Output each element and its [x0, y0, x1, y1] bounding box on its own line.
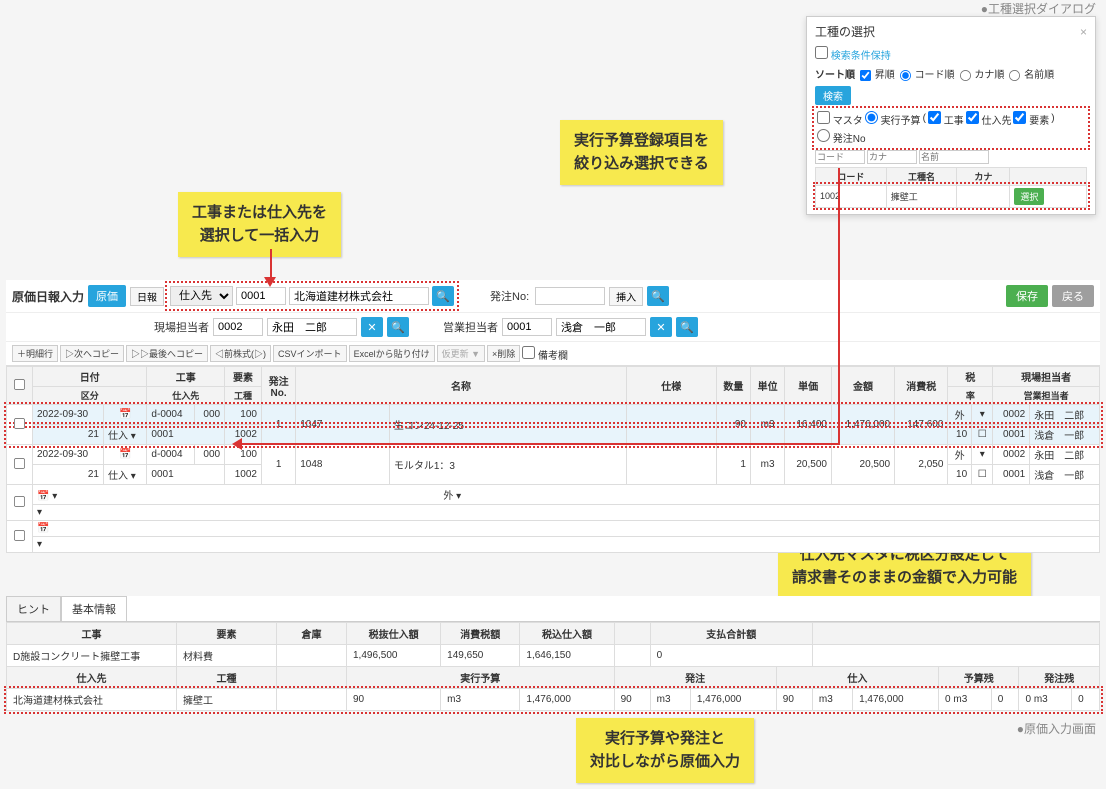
refresh-button[interactable]: 仮更新 ▼	[437, 345, 485, 362]
site-mgr-name[interactable]	[267, 318, 357, 336]
callout-4: 実行予算や発注と対比しながら原価入力	[576, 718, 754, 783]
close-icon[interactable]: ×	[1080, 25, 1087, 39]
info-grid: 工事 要素 倉庫 税抜仕入額 消費税額 税込仕入額 支払合計額 D施設コンクリー…	[6, 622, 1100, 711]
callout-2: 工事または仕入先を選択して一括入力	[178, 192, 341, 257]
select-button[interactable]: 選択	[1014, 188, 1044, 205]
kana-order-radio[interactable]: カナ順	[959, 66, 1005, 82]
sales-clear-icon[interactable]: ✕	[650, 317, 672, 337]
orderno-search-icon[interactable]: 🔍	[647, 286, 669, 306]
site-search-icon[interactable]: 🔍	[387, 317, 409, 337]
search-icon[interactable]: 🔍	[432, 286, 454, 306]
tab-hint[interactable]: ヒント	[6, 596, 61, 621]
toolbar-row2: 現場担当者 ✕ 🔍 営業担当者 ✕ 🔍	[6, 313, 1100, 342]
action-bar: ＋明細行 ▷次へコピー ▷▷最後へコピー ◁前株式(▷) CSVインポート Ex…	[6, 342, 1100, 366]
supplier-name-input[interactable]	[289, 287, 429, 305]
sales-mgr-name[interactable]	[556, 318, 646, 336]
orderno-label: 発注No:	[490, 288, 529, 304]
kana-filter[interactable]	[867, 150, 917, 164]
dialog-title: 工種の選択	[815, 23, 875, 40]
row-name[interactable]: 擁壁工	[886, 185, 957, 207]
row-code[interactable]: 1002	[816, 185, 887, 207]
search-button[interactable]: 検索	[815, 86, 851, 105]
del-first-button[interactable]: ◁前株式(▷)	[210, 345, 271, 362]
tab-basic[interactable]: 基本情報	[61, 596, 127, 621]
row-checkbox[interactable]	[14, 457, 25, 468]
toolbar-row1: 原価日報入力 原価 日報 仕入先 🔍 発注No: 挿入 🔍 保存 戻る	[6, 280, 1100, 313]
main-caption: ●原価入力画面	[1017, 720, 1096, 737]
name-filter[interactable]	[919, 150, 989, 164]
keep-cond-checkbox[interactable]: 検索条件保持	[815, 51, 891, 62]
main-panel: 原価日報入力 原価 日報 仕入先 🔍 発注No: 挿入 🔍 保存 戻る 現場担当…	[6, 280, 1100, 553]
callout-1: 実行予算登録項目を絞り込み選択できる	[560, 120, 723, 185]
hdr-type: 工種名	[886, 167, 957, 185]
excel-button[interactable]: Excelから貼り付け	[349, 345, 435, 362]
daily-button[interactable]: 日報	[130, 287, 164, 306]
save-button[interactable]: 保存	[1006, 285, 1048, 307]
sort-label: ソート順	[815, 66, 855, 81]
sales-mgr-code[interactable]	[502, 318, 552, 336]
orderno-radio[interactable]: 発注No	[817, 129, 866, 145]
master-checkbox[interactable]: マスタ	[817, 111, 863, 127]
site-mgr-code[interactable]	[213, 318, 263, 336]
add-row-button[interactable]: ＋明細行	[12, 345, 58, 362]
supplier-select[interactable]: 仕入先	[170, 286, 233, 306]
dialog-caption: ●工種選択ダイアログ	[981, 0, 1096, 17]
name-order-radio[interactable]: 名前順	[1008, 66, 1054, 82]
cost-button[interactable]: 原価	[88, 285, 126, 307]
supplier-code-input[interactable]	[236, 287, 286, 305]
orderno-input[interactable]	[535, 287, 605, 305]
copy-last-button[interactable]: ▷▷最後へコピー	[126, 345, 208, 362]
sales-search-icon[interactable]: 🔍	[676, 317, 698, 337]
sales-mgr-label: 営業担当者	[443, 319, 498, 335]
exec-budget-radio[interactable]: 実行予算	[865, 111, 921, 127]
page-title: 原価日報入力	[12, 288, 84, 305]
remarks-checkbox[interactable]: 備考欄	[522, 346, 568, 362]
select-all-checkbox[interactable]	[14, 378, 25, 389]
asc-checkbox[interactable]: 昇順	[859, 66, 895, 82]
csv-button[interactable]: CSVインポート	[273, 345, 347, 362]
row-checkbox[interactable]	[14, 529, 25, 540]
row-checkbox[interactable]	[14, 495, 25, 506]
copy-next-button[interactable]: ▷次へコピー	[60, 345, 124, 362]
back-button[interactable]: 戻る	[1052, 285, 1094, 307]
supplier-checkbox[interactable]: 仕入先	[966, 111, 1012, 127]
hdr-code: コード	[816, 167, 887, 185]
worktype-dialog: 工種の選択 × 検索条件保持 ソート順 昇順 コード順 カナ順 名前順 検索 マ…	[806, 16, 1096, 215]
dialog-result-table: コード 工種名 カナ 1002 擁壁工 選択	[815, 167, 1087, 208]
hdr-kana: カナ	[957, 167, 1010, 185]
info-panel: ヒント 基本情報 工事 要素 倉庫 税抜仕入額 消費税額 税込仕入額 支払合計額…	[6, 596, 1100, 711]
row-checkbox[interactable]	[14, 417, 25, 428]
main-grid: 日付 工事 要素 発注No. 名称 仕様 数量 単位 単価 金額 消費税 税 現…	[6, 366, 1100, 553]
site-mgr-label: 現場担当者	[154, 319, 209, 335]
construction-checkbox[interactable]: 工事	[928, 111, 964, 127]
code-filter[interactable]	[815, 150, 865, 164]
insert-button[interactable]: 挿入	[609, 287, 643, 306]
site-clear-icon[interactable]: ✕	[361, 317, 383, 337]
element-checkbox[interactable]: 要素	[1013, 111, 1049, 127]
code-order-radio[interactable]: コード順	[899, 66, 955, 82]
delete-button[interactable]: ×削除	[487, 345, 520, 362]
